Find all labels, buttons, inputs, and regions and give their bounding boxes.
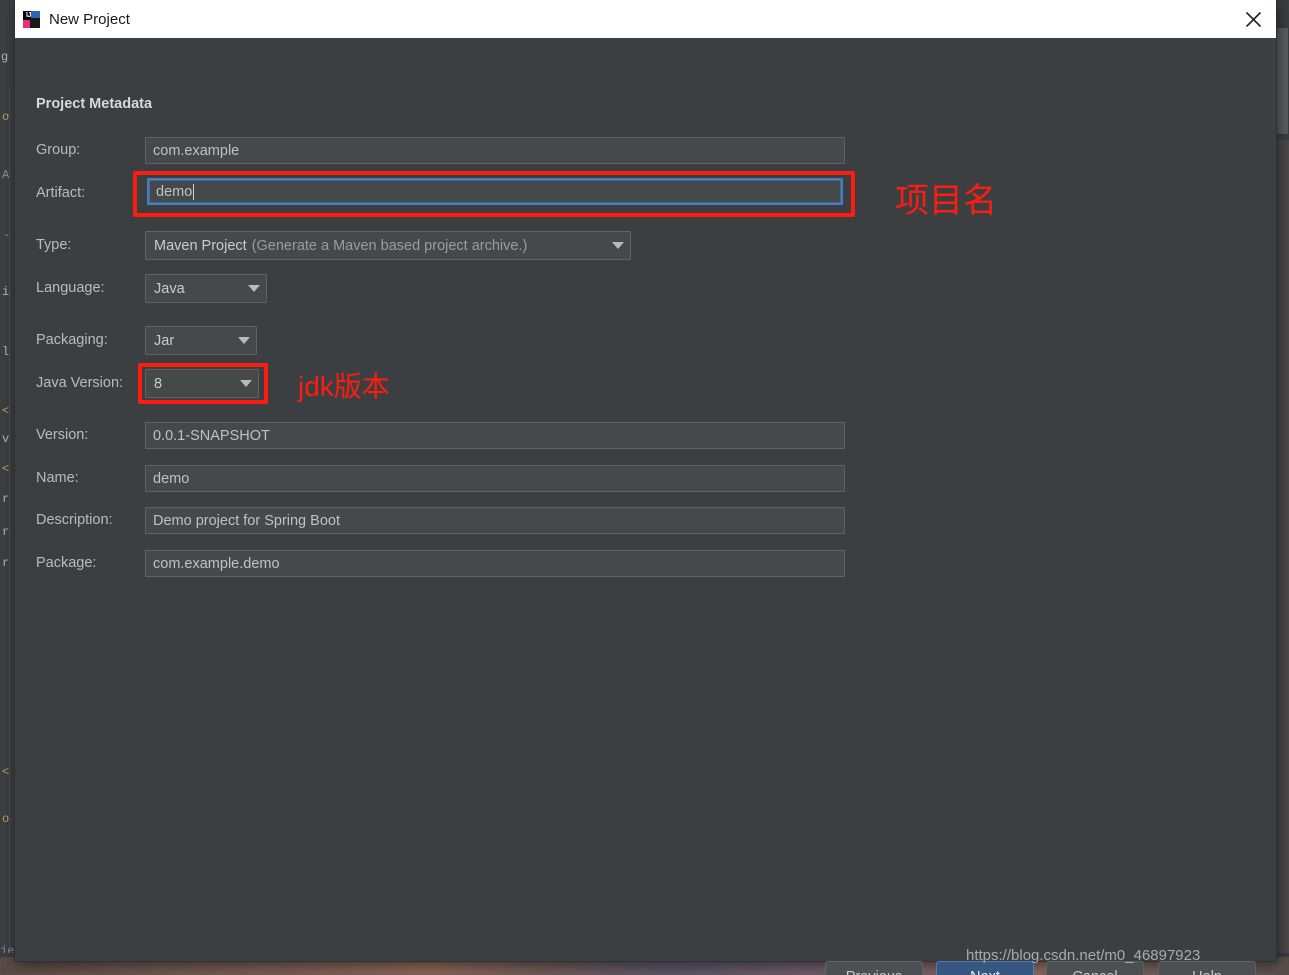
text-caret <box>193 183 195 200</box>
description-label: Description: <box>36 512 113 528</box>
screen: g o A - i l < v < r r r < o je IJ New Pr… <box>0 0 1289 975</box>
background-scrollbar-thumb[interactable] <box>1277 28 1288 134</box>
section-title: Project Metadata <box>36 96 153 112</box>
chevron-down-icon <box>612 242 624 249</box>
previous-button-mnemonic: P <box>846 969 856 975</box>
version-field[interactable]: 0.0.1-SNAPSHOT <box>145 422 845 449</box>
background-text-fragment: o <box>2 812 10 826</box>
background-text-fragment: r <box>2 492 10 506</box>
background-right-panel <box>1276 140 1289 975</box>
artifact-field[interactable]: demo <box>147 178 843 205</box>
package-field[interactable]: com.example.demo <box>145 550 845 577</box>
background-text-fragment: A <box>2 168 10 182</box>
background-gutter-line <box>9 88 10 960</box>
dialog-title: New Project <box>49 10 130 28</box>
type-combo[interactable]: Maven Project (Generate a Maven based pr… <box>145 231 631 260</box>
background-text-fragment: - <box>3 228 11 242</box>
artifact-label: Artifact: <box>36 185 86 201</box>
next-button-mnemonic: N <box>970 969 980 975</box>
background-text-fragment: r <box>2 556 10 570</box>
type-combo-value: Maven Project <box>154 237 247 254</box>
background-text-fragment: i <box>2 285 10 299</box>
language-label: Language: <box>36 280 105 296</box>
background-text-fragment: r <box>2 525 10 539</box>
background-text-fragment: < <box>2 462 10 476</box>
java-version-label: Java Version: <box>36 375 124 391</box>
packaging-combo-value: Jar <box>154 332 175 349</box>
version-label: Version: <box>36 427 89 443</box>
background-text-fragment: g <box>1 50 9 64</box>
java-version-combo[interactable]: 8 <box>145 369 259 398</box>
dialog-titlebar: IJ New Project <box>15 0 1276 38</box>
packaging-label: Packaging: <box>36 332 108 348</box>
close-icon[interactable] <box>1230 0 1276 38</box>
name-label: Name: <box>36 470 79 486</box>
chevron-down-icon <box>248 285 260 292</box>
java-version-combo-value: 8 <box>154 375 163 392</box>
watermark: https://blog.csdn.net/m0_46897923 <box>966 947 1201 964</box>
java-version-annotation-text: jdk版本 <box>298 371 390 402</box>
next-button-label-rest: ext <box>981 969 1000 975</box>
type-combo-description: (Generate a Maven based project archive.… <box>251 237 528 254</box>
background-text-fragment: < <box>2 765 10 779</box>
new-project-dialog: IJ New Project Project Metadata Group: c… <box>15 0 1276 975</box>
artifact-field-value: demo <box>156 183 193 200</box>
package-label: Package: <box>36 555 97 571</box>
type-label: Type: <box>36 237 72 253</box>
background-text-fragment: v <box>2 432 10 446</box>
dialog-body: Project Metadata Group: com.example Arti… <box>15 38 1276 975</box>
previous-button-label-rest: revious <box>855 969 902 975</box>
group-label: Group: <box>36 142 81 158</box>
chevron-down-icon <box>240 380 252 387</box>
previous-button[interactable]: Previous <box>825 961 923 975</box>
group-field[interactable]: com.example <box>145 137 845 164</box>
background-text-fragment: l <box>2 345 10 359</box>
packaging-combo[interactable]: Jar <box>145 326 257 355</box>
name-field[interactable]: demo <box>145 465 845 492</box>
description-field[interactable]: Demo project for Spring Boot <box>145 507 845 534</box>
chevron-down-icon <box>238 337 250 344</box>
language-combo-value: Java <box>154 280 185 297</box>
background-text-fragment: < <box>2 404 10 418</box>
intellij-idea-icon: IJ <box>23 10 40 28</box>
language-combo[interactable]: Java <box>145 274 267 303</box>
background-text-fragment: o <box>2 110 10 124</box>
artifact-annotation-text: 项目名 <box>895 182 997 220</box>
